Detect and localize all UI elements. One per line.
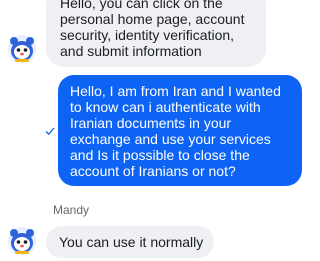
message-line: account of Iranians or not? [70, 163, 236, 179]
message-line: Hello, you can click on the [60, 0, 223, 11]
message-line: exchange and use your services [70, 131, 271, 147]
message-line: Iranian documents in your [70, 115, 232, 131]
message-line: to know can i authenticate with [70, 99, 261, 115]
message-line: personal home page, account [60, 11, 245, 27]
chat-thread: Hello, you can click on the personal hom… [0, 0, 313, 261]
agent-avatar [8, 227, 36, 255]
message-line: security, identity verification, [60, 27, 235, 43]
incoming-message-bubble: Hello, you can click on the personal hom… [46, 0, 266, 67]
sender-name: Mandy [53, 203, 90, 217]
outgoing-message-bubble: Hello, I am from Iran and I wanted to kn… [58, 75, 302, 186]
sent-check-icon [45, 127, 55, 136]
message-line: You can use it normally [59, 234, 204, 250]
agent-avatar [8, 35, 36, 63]
incoming-message-bubble: You can use it normally [46, 226, 214, 258]
message-line: and Is it possible to close the [70, 147, 250, 163]
message-line: and submit information [60, 43, 202, 59]
message-line: Hello, I am from Iran and I wanted [70, 83, 281, 99]
